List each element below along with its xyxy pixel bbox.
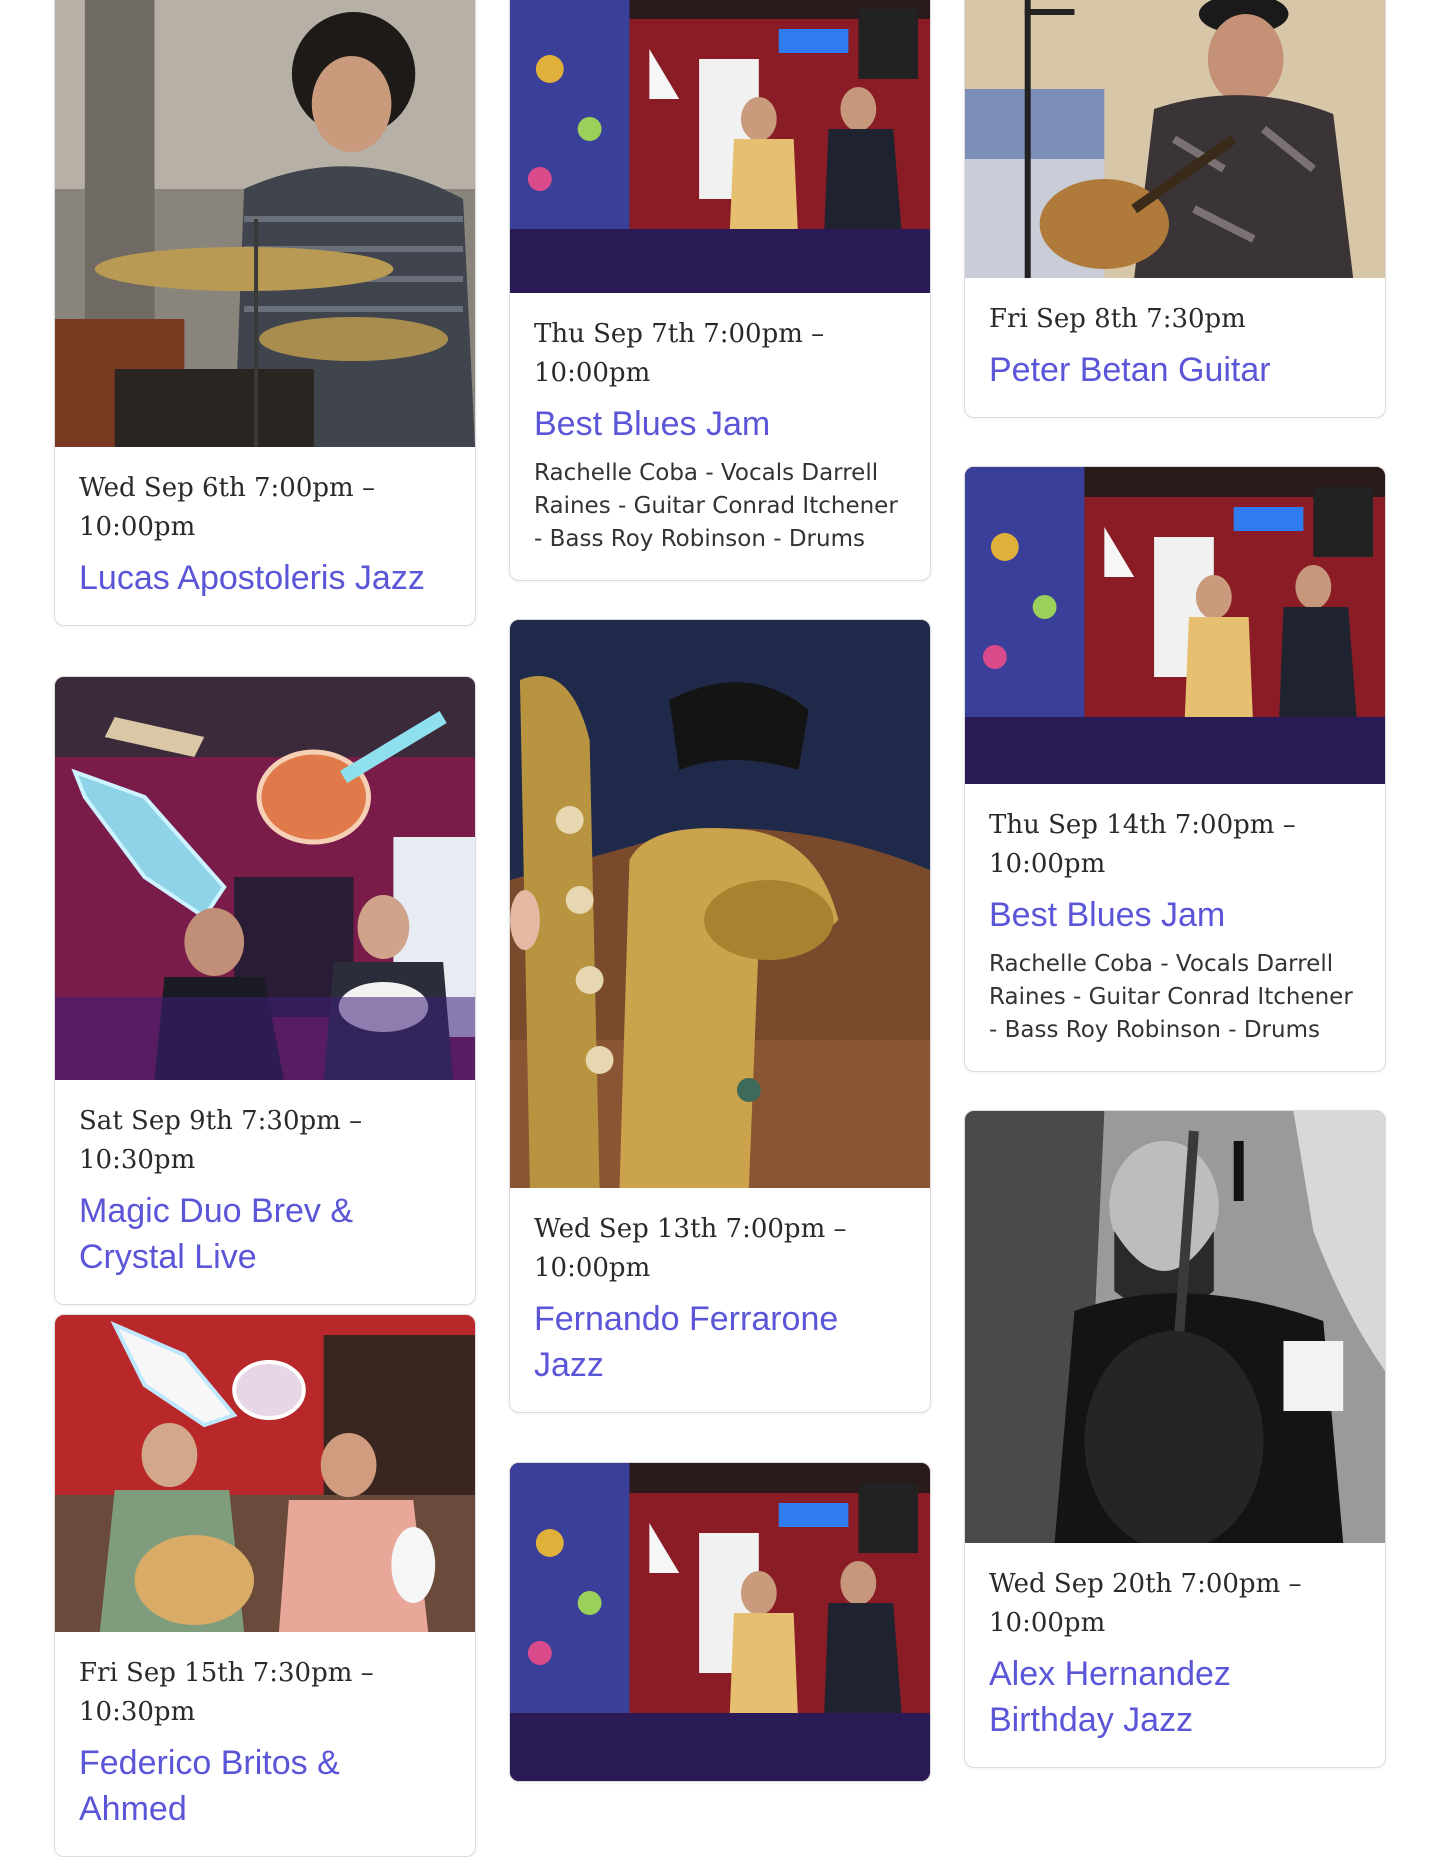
event-date: Thu Sep 7th 7:00pm – 10:00pm — [534, 319, 825, 388]
event-card-blues-jam-3[interactable] — [509, 1462, 931, 1782]
event-card-peter[interactable]: Fri Sep 8th 7:30pm Peter Betan Guitar — [964, 0, 1386, 418]
event-card-blues-jam-sep-14[interactable]: Thu Sep 14th 7:00pm – 10:00pm Best Blues… — [964, 466, 1386, 1072]
blues-band-stage-photo[interactable] — [510, 1463, 930, 1781]
event-title-link[interactable]: Magic Duo Brev & Crystal Live — [79, 1188, 451, 1280]
blues-band-stage-photo[interactable] — [965, 467, 1385, 784]
event-title-link[interactable]: Peter Betan Guitar — [989, 347, 1361, 393]
event-title-link[interactable]: Fernando Ferrarone Jazz — [534, 1296, 906, 1388]
event-card-magic-duo[interactable]: Sat Sep 9th 7:30pm – 10:30pm Magic Duo B… — [54, 676, 476, 1305]
event-card-federico[interactable]: Fri Sep 15th 7:30pm – 10:30pm Federico B… — [54, 1314, 476, 1857]
event-date: Fri Sep 8th 7:30pm — [989, 304, 1246, 334]
event-title-link[interactable]: Alex Hernandez Birthday Jazz — [989, 1651, 1361, 1743]
event-date: Wed Sep 13th 7:00pm – 10:00pm — [534, 1214, 847, 1283]
event-date: Wed Sep 6th 7:00pm – 10:00pm — [79, 473, 375, 542]
bassist-bw-photo[interactable] — [965, 1111, 1385, 1543]
guitar-violin-duo-photo[interactable] — [55, 1315, 475, 1632]
event-date: Wed Sep 20th 7:00pm – 10:00pm — [989, 1569, 1302, 1638]
event-title-link[interactable]: Best Blues Jam — [989, 892, 1361, 938]
event-date: Fri Sep 15th 7:30pm – 10:30pm — [79, 1658, 374, 1727]
guitarist-photo[interactable] — [965, 0, 1385, 278]
event-title-link[interactable]: Federico Britos & Ahmed — [79, 1740, 451, 1832]
event-description: Rachelle Coba - Vocals Darrell Raines - … — [989, 951, 1353, 1043]
event-title-link[interactable]: Best Blues Jam — [534, 401, 906, 447]
blues-band-stage-photo[interactable] — [510, 0, 930, 293]
saxophone-photo[interactable] — [510, 620, 930, 1188]
event-date: Sat Sep 9th 7:30pm – 10:30pm — [79, 1106, 363, 1175]
event-description: Rachelle Coba - Vocals Darrell Raines - … — [534, 460, 898, 552]
event-card-alex[interactable]: Wed Sep 20th 7:00pm – 10:00pm Alex Herna… — [964, 1110, 1386, 1768]
guitar-duo-neon-photo[interactable] — [55, 677, 475, 1080]
event-date: Thu Sep 14th 7:00pm – 10:00pm — [989, 810, 1296, 879]
event-card-lucas[interactable]: Wed Sep 6th 7:00pm – 10:00pm Lucas Apost… — [54, 0, 476, 626]
event-card-fernando[interactable]: Wed Sep 13th 7:00pm – 10:00pm Fernando F… — [509, 619, 931, 1413]
drummer-photo[interactable] — [55, 0, 475, 447]
event-card-blues-jam-sep-7[interactable]: Thu Sep 7th 7:00pm – 10:00pm Best Blues … — [509, 0, 931, 581]
event-title-link[interactable]: Lucas Apostoleris Jazz — [79, 555, 451, 601]
